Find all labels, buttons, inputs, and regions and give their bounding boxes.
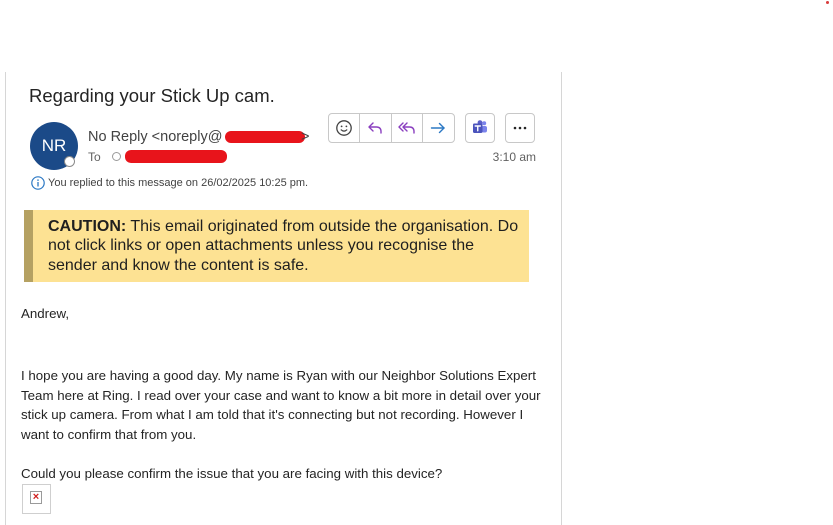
- redaction-mark-recipient: [125, 150, 227, 163]
- reply-button[interactable]: [360, 114, 392, 142]
- sender-email-end: >: [301, 129, 310, 145]
- presence-status-icon: [64, 156, 75, 167]
- teams-share-button[interactable]: [465, 113, 495, 143]
- forward-icon: [431, 122, 446, 134]
- forward-button[interactable]: [423, 114, 454, 142]
- broken-image-icon: ×: [30, 491, 42, 504]
- reply-all-icon: [397, 122, 415, 134]
- email-paragraph: Could you please confirm the issue that …: [21, 466, 443, 481]
- redaction-mark-email: [225, 131, 305, 143]
- broken-image-placeholder[interactable]: ×: [22, 484, 51, 514]
- emoji-reaction-icon: [336, 120, 352, 136]
- sender-name[interactable]: No Reply <noreply@: [88, 129, 222, 145]
- email-subject: Regarding your Stick Up cam.: [29, 85, 275, 106]
- email-greeting: Andrew,: [21, 306, 70, 321]
- replied-notice: You replied to this message on 26/02/202…: [48, 177, 309, 189]
- more-options-button[interactable]: [505, 113, 535, 143]
- received-time: 3:10 am: [492, 150, 536, 164]
- emoji-reaction-button[interactable]: [329, 114, 361, 142]
- reply-all-button[interactable]: [392, 114, 423, 142]
- notification-dot: [826, 1, 829, 4]
- to-label: To: [88, 150, 101, 164]
- external-caution-banner: CAUTION: This email originated from outs…: [24, 210, 529, 282]
- email-paragraph: I hope you are having a good day. My nam…: [21, 368, 541, 442]
- teams-icon: [473, 120, 487, 133]
- more-options-icon: [513, 126, 527, 130]
- info-icon: [31, 176, 45, 190]
- email-window: Regarding your Stick Up cam. NR No Reply…: [0, 0, 833, 525]
- reply-icon: [368, 122, 383, 134]
- message-actions-toolbar: [328, 113, 455, 143]
- caution-label: CAUTION:: [48, 218, 127, 235]
- recipient-presence-icon: [112, 152, 121, 161]
